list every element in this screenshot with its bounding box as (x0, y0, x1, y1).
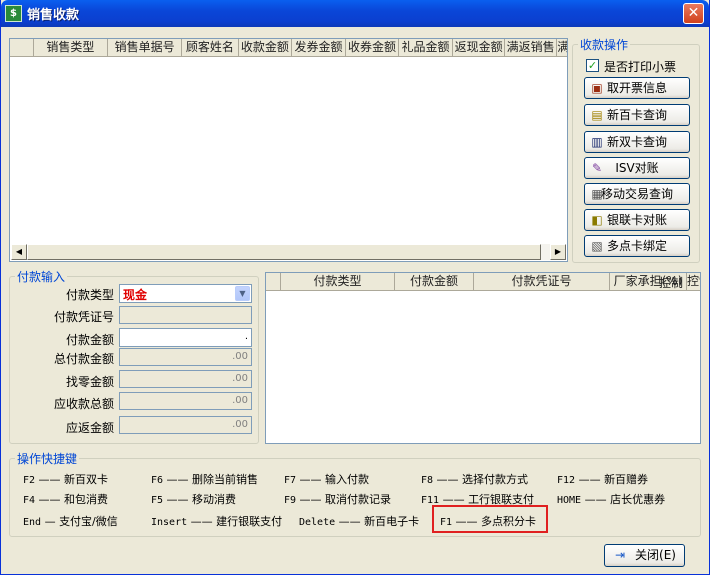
sales-table-header: 销售类型 销售单据号 顾客姓名 收款金额 发券金额 收券金额 礼品金额 返现金额… (10, 39, 567, 57)
shortcut-f7: F7 —— 输入付款 (284, 473, 370, 486)
sales-col-overflow[interactable]: 满 (557, 39, 567, 56)
close-button-label: 关闭(E) (635, 548, 676, 562)
button-label: 新双卡查询 (606, 135, 667, 149)
button-label: 新百卡查询 (606, 108, 667, 122)
xinbai-card-query-button[interactable]: ▤ 新百卡查询 (584, 104, 690, 126)
invoice-icon: ▣ (591, 81, 603, 95)
shortcut-f9: F9 —— 取消付款记录 (284, 493, 392, 506)
change-amount-label: 找零金额 (65, 375, 114, 389)
window-title: 销售收款 (27, 8, 80, 23)
button-label: 移动交易查询 (600, 187, 673, 201)
total-paid-label: 总付款金额 (53, 352, 114, 366)
close-button[interactable]: ⇥ 关闭(E) (604, 544, 685, 567)
pay-col-type[interactable]: 付款类型 (281, 273, 395, 290)
bind-card-icon: ▧ (591, 239, 603, 253)
button-label: ISV对账 (615, 161, 659, 175)
shortcut-delete: Delete —— 新百电子卡 (299, 515, 420, 528)
button-label: 取开票信息 (606, 81, 667, 95)
payment-type-value: 现金 (123, 288, 148, 302)
shortcut-f6: F6 —— 删除当前销售 (151, 473, 259, 486)
payment-amount-input[interactable]: . (119, 328, 252, 347)
payment-records-table[interactable]: 付款类型 付款金额 付款凭证号 厂家承担(%) 控制 (265, 272, 701, 444)
button-label: 银联卡对账 (606, 213, 667, 227)
shortcut-insert: Insert —— 建行银联支付 (151, 515, 283, 528)
sales-payment-window: $ 销售收款 ✕ 销售类型 销售单据号 顾客姓名 收款金额 发券金额 收券金额 … (0, 0, 710, 575)
sales-col-type[interactable]: 销售类型 (34, 39, 109, 56)
chevron-down-icon[interactable]: ▼ (235, 286, 250, 301)
sales-col-doc-no[interactable]: 销售单据号 (108, 39, 182, 56)
scroll-right-button[interactable]: ▶ (550, 244, 566, 260)
dual-card-icon: ▥ (591, 135, 603, 149)
print-receipt-checkbox[interactable]: ✓ (586, 59, 599, 72)
get-invoice-info-button[interactable]: ▣ 取开票信息 (584, 77, 690, 99)
sales-col-full-return[interactable]: 满返销售 (505, 39, 558, 56)
shortcut-f1-highlight (432, 505, 548, 533)
payment-amount-label: 付款金额 (65, 333, 114, 347)
pay-col-control[interactable]: 控制 (687, 273, 700, 290)
sales-col-customer[interactable]: 顾客姓名 (182, 39, 239, 56)
sales-col-spacer (10, 39, 34, 56)
shortcut-f4: F4 —— 和包消费 (23, 493, 109, 506)
close-window-button[interactable]: ✕ (683, 3, 704, 24)
title-bar[interactable]: $ 销售收款 ✕ (1, 0, 709, 27)
dual-card-query-button[interactable]: ▥ 新双卡查询 (584, 131, 690, 153)
isv-reconcile-button[interactable]: ✎ ISV对账 (584, 157, 690, 179)
change-amount-field: .00 (119, 370, 252, 388)
refund-amount-field: .00 (119, 416, 252, 434)
sales-col-gift[interactable]: 礼品金额 (399, 39, 454, 56)
exit-icon: ⇥ (614, 548, 625, 562)
refund-amount-label: 应返金额 (65, 421, 114, 435)
shortcuts-legend: 操作快捷键 (17, 452, 78, 466)
total-paid-field: .00 (119, 348, 252, 366)
payment-type-select[interactable]: 现金 ▼ (119, 284, 252, 303)
pay-col-spacer (266, 273, 281, 290)
payment-type-label: 付款类型 (65, 288, 114, 302)
scroll-left-button[interactable]: ◀ (11, 244, 27, 260)
sales-col-voucher-issued[interactable]: 发券金额 (292, 39, 346, 56)
shortcut-f2: F2 —— 新百双卡 (23, 473, 109, 486)
button-label: 多点卡绑定 (606, 239, 667, 253)
shortcut-f5: F5 —— 移动消费 (151, 493, 237, 506)
voucher-no-label: 付款凭证号 (53, 310, 114, 324)
payment-legend: 付款输入 (17, 270, 66, 284)
shortcut-f12: F12 —— 新百赠券 (557, 473, 649, 486)
mobile-trade-icon: ▦ (591, 187, 603, 201)
app-icon: $ (5, 5, 22, 22)
ops-legend: 收款操作 (580, 38, 629, 52)
unionpay-reconcile-button[interactable]: ◧ 银联卡对账 (584, 209, 690, 231)
voucher-no-field (119, 306, 252, 324)
payment-table-header: 付款类型 付款金额 付款凭证号 厂家承担(%) 控制 (266, 273, 700, 291)
shortcut-f8: F8 —— 选择付款方式 (421, 473, 529, 486)
card-query-icon: ▤ (591, 108, 603, 122)
sales-col-cashback[interactable]: 返现金额 (453, 39, 506, 56)
sales-table[interactable]: 销售类型 销售单据号 顾客姓名 收款金额 发券金额 收券金额 礼品金额 返现金额… (9, 38, 568, 262)
receivable-total-label: 应收款总额 (53, 397, 114, 411)
pay-col-voucher[interactable]: 付款凭证号 (474, 273, 610, 290)
unionpay-icon: ◧ (591, 213, 603, 227)
print-receipt-label: 是否打印小票 (604, 60, 677, 74)
shortcut-end: End — 支付宝/微信 (23, 515, 118, 528)
scroll-thumb[interactable] (27, 244, 541, 260)
mobile-trade-query-button[interactable]: ▦ 移动交易查询 (584, 183, 690, 205)
receivable-total-field: .00 (119, 392, 252, 410)
sales-horizontal-scrollbar[interactable]: ◀ ▶ (11, 244, 566, 260)
multipoint-card-bind-button[interactable]: ▧ 多点卡绑定 (584, 235, 690, 257)
pay-col-amount[interactable]: 付款金额 (395, 273, 474, 290)
reconcile-icon: ✎ (591, 161, 603, 175)
sales-col-amount[interactable]: 收款金额 (239, 39, 292, 56)
shortcut-home: HOME —— 店长优惠券 (557, 493, 666, 506)
sales-col-voucher-received[interactable]: 收券金额 (346, 39, 400, 56)
pay-col-control-text: 控制 (659, 276, 684, 290)
